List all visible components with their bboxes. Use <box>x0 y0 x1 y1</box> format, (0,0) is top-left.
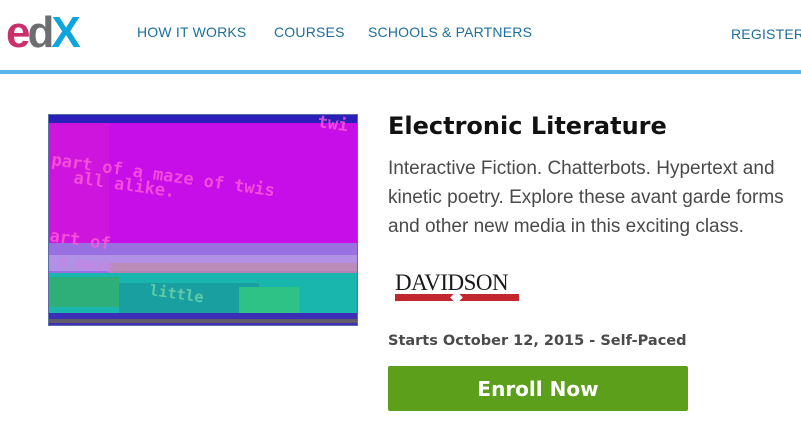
school-logo-davidson[interactable]: DAVIDSON <box>395 271 521 305</box>
course-description-line: and other new media in this exciting cla… <box>388 216 744 237</box>
logo-letter-e: e <box>6 8 31 57</box>
edx-logo[interactable]: edX <box>6 11 81 55</box>
course-thumbnail[interactable]: part of a maze of twis all alike. art of… <box>48 114 358 326</box>
course-start-info: Starts October 12, 2015 - Self-Paced <box>388 333 687 349</box>
course-description: Interactive Fiction. Chatterbots. Hypert… <box>388 154 801 241</box>
nav-register[interactable]: REGISTER <box>731 26 801 42</box>
logo-letter-d: d <box>27 8 54 57</box>
course-description-line: Interactive Fiction. Chatterbots. Hypert… <box>388 158 775 179</box>
logo-letter-x: X <box>51 8 80 57</box>
glitch-art-image: part of a maze of twis all alike. art of… <box>49 115 357 325</box>
nav-courses[interactable]: COURSES <box>274 24 345 40</box>
course-title[interactable]: Electronic Literature <box>388 112 667 140</box>
course-description-line: kinetic poetry. Explore these avant gard… <box>388 187 784 208</box>
header-divider <box>0 70 801 74</box>
nav-how-it-works[interactable]: HOW IT WORKS <box>137 24 246 40</box>
site-header: edX HOW IT WORKS COURSES SCHOOLS & PARTN… <box>0 0 801 70</box>
school-name: DAVIDSON <box>395 270 509 295</box>
enroll-now-button[interactable]: Enroll Now <box>388 366 688 411</box>
nav-schools-partners[interactable]: SCHOOLS & PARTNERS <box>368 24 532 40</box>
